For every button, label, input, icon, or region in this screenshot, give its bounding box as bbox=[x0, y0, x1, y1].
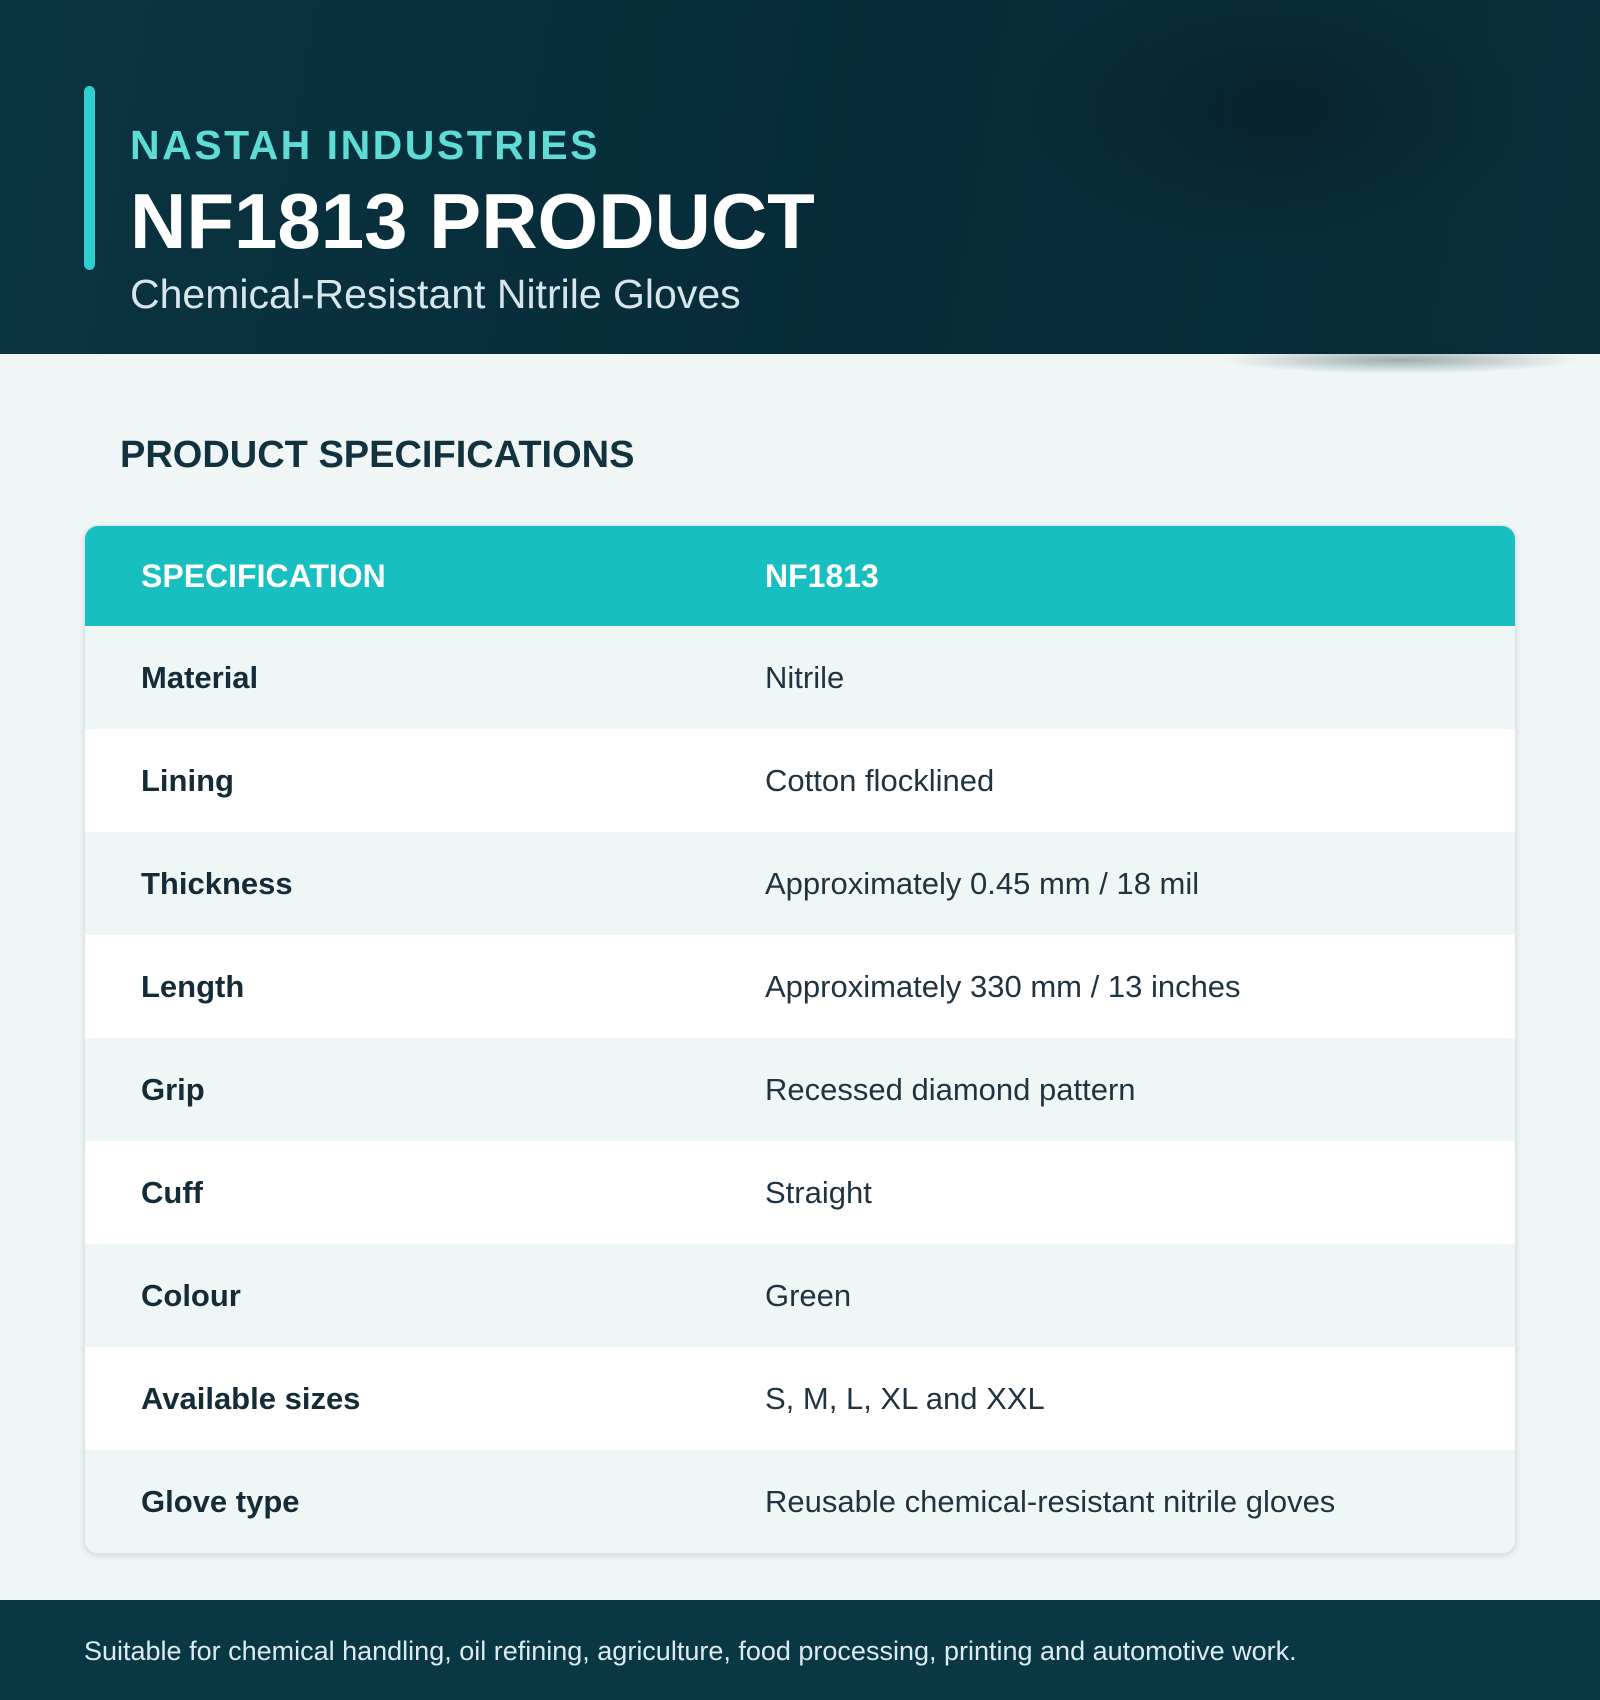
column-header-specification: SPECIFICATION bbox=[141, 557, 386, 594]
product-title: NF1813 PRODUCT bbox=[130, 177, 815, 265]
column-header-model: NF1813 bbox=[765, 557, 879, 594]
row-label: Lining bbox=[141, 762, 234, 798]
row-label: Available sizes bbox=[141, 1380, 361, 1416]
row-label: Length bbox=[141, 968, 245, 1004]
table-row: Thickness Approximately 0.45 mm / 18 mil bbox=[85, 832, 1515, 935]
footer: Suitable for chemical handling, oil refi… bbox=[0, 1600, 1600, 1700]
row-value: Straight bbox=[765, 1174, 872, 1210]
row-value: Cotton flocklined bbox=[765, 762, 995, 798]
table-row: Cuff Straight bbox=[85, 1141, 1515, 1244]
row-label: Colour bbox=[141, 1277, 241, 1313]
table-row: Grip Recessed diamond pattern bbox=[85, 1038, 1515, 1141]
row-value: Nitrile bbox=[765, 659, 845, 695]
row-value: Green bbox=[765, 1277, 852, 1313]
table-header: SPECIFICATION NF1813 bbox=[85, 526, 1515, 626]
row-value: Approximately 0.45 mm / 18 mil bbox=[765, 865, 1200, 901]
row-value: Recessed diamond pattern bbox=[765, 1071, 1136, 1107]
header-glow bbox=[1020, 0, 1540, 260]
row-label: Glove type bbox=[141, 1483, 300, 1519]
row-value: S, M, L, XL and XXL bbox=[765, 1380, 1045, 1416]
table-body: Material Nitrile Lining Cotton flockline… bbox=[85, 626, 1515, 1553]
table-row: Lining Cotton flocklined bbox=[85, 729, 1515, 832]
header-shadow bbox=[1220, 346, 1580, 374]
row-label: Material bbox=[141, 659, 259, 695]
table-row: Available sizes S, M, L, XL and XXL bbox=[85, 1347, 1515, 1450]
hero-header: NASTAH INDUSTRIES NF1813 PRODUCT Chemica… bbox=[0, 0, 1600, 354]
table-row: Material Nitrile bbox=[85, 626, 1515, 729]
table-row: Glove type Reusable chemical-resistant n… bbox=[85, 1450, 1515, 1553]
table-row: Length Approximately 330 mm / 13 inches bbox=[85, 935, 1515, 1038]
footer-text: Suitable for chemical handling, oil refi… bbox=[84, 1636, 1297, 1666]
section-title: PRODUCT SPECIFICATIONS bbox=[120, 434, 635, 476]
row-label: Thickness bbox=[141, 865, 293, 901]
row-label: Cuff bbox=[141, 1174, 203, 1210]
product-subtitle: Chemical-Resistant Nitrile Gloves bbox=[130, 271, 741, 317]
company-name: NASTAH INDUSTRIES bbox=[130, 122, 600, 168]
row-value: Reusable chemical-resistant nitrile glov… bbox=[765, 1483, 1336, 1519]
spec-table: SPECIFICATION NF1813 Material Nitrile Li… bbox=[84, 525, 1516, 1554]
header-accent-bar bbox=[84, 86, 95, 270]
row-label: Grip bbox=[141, 1071, 205, 1107]
table-row: Colour Green bbox=[85, 1244, 1515, 1347]
row-value: Approximately 330 mm / 13 inches bbox=[765, 968, 1241, 1004]
